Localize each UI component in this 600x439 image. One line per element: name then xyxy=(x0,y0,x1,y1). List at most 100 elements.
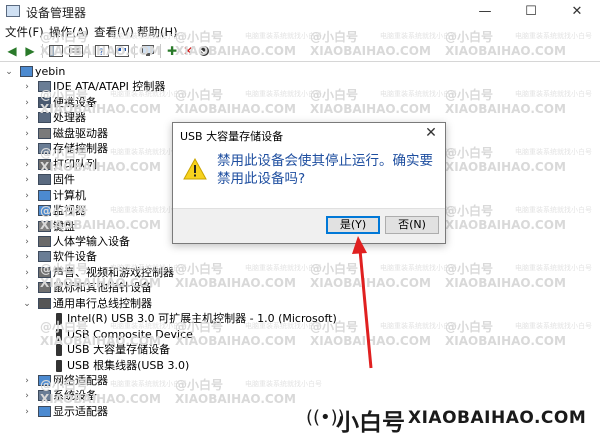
device-tree: ⌄ yebin › IDE ATA/ATAPI 控制器 › 便携设备 › 处理器 › 磁盘驱动器 ›… xyxy=(0,62,600,439)
expand-icon[interactable]: › xyxy=(22,188,32,204)
tree-item-label: 打印队列 xyxy=(53,157,97,171)
usb-device-icon xyxy=(56,313,62,326)
view-icon[interactable] xyxy=(114,43,130,59)
tree-device[interactable]: USB Composite Device xyxy=(36,327,560,343)
back-icon[interactable]: ◀ xyxy=(4,43,20,59)
expand-icon[interactable]: › xyxy=(22,388,32,404)
tree-category[interactable]: › IDE ATA/ATAPI 控制器 xyxy=(22,79,560,95)
expand-icon[interactable]: › xyxy=(22,172,32,188)
menu-bar: 文件(F) 操作(A) 查看(V) 帮助(H) xyxy=(0,22,600,41)
help-icon[interactable]: ? xyxy=(94,43,110,59)
dialog-title: USB 大容量存储设备 xyxy=(180,130,284,143)
dialog-close-icon[interactable]: ✕ xyxy=(421,124,441,142)
properties-icon[interactable] xyxy=(68,43,84,59)
yes-button[interactable]: 是(Y) xyxy=(326,216,380,234)
scan-hardware-icon[interactable] xyxy=(140,43,156,59)
tree-item-label: 监视器 xyxy=(53,204,86,218)
usb-device-icon xyxy=(56,344,62,357)
tree-item-label: 网络适配器 xyxy=(53,374,108,387)
tree-device[interactable]: USB 根集线器(USB 3.0) xyxy=(36,358,560,374)
tree-item-label: USB 大容量存储设备 xyxy=(67,343,171,357)
tree-item-label: 系统设备 xyxy=(53,389,97,403)
toolbar: ◀ ▶ ? ✚ ✕ xyxy=(0,41,600,62)
brand-watermark: ((•)) 小白号 XIAOBAIHAO.COM xyxy=(302,398,600,439)
tree-device[interactable]: USB 大容量存储设备 xyxy=(36,342,560,358)
tree-device[interactable]: Intel(R) USB 3.0 可扩展主机控制器 - 1.0 (Microso… xyxy=(36,311,560,327)
toolbar-separator xyxy=(134,44,135,58)
forward-icon[interactable]: ▶ xyxy=(22,43,38,59)
disk-drive-icon xyxy=(38,127,51,139)
tree-category[interactable]: › 声音、视频和游戏控制器 xyxy=(22,265,560,281)
confirm-disable-dialog: USB 大容量存储设备 ✕ 禁用此设备会使其停止运行。确实要禁用此设备吗? 是(… xyxy=(172,122,446,244)
brand-name: 小白号 xyxy=(336,410,405,436)
computer-icon xyxy=(38,189,51,201)
tree-item-label: 通用串行总线控制器 xyxy=(53,296,152,310)
tree-item-label: 鼠标和其他指针设备 xyxy=(53,281,152,295)
close-button[interactable]: ✕ xyxy=(554,0,600,22)
expand-icon[interactable]: › xyxy=(22,95,32,111)
tree-item-label: 固件 xyxy=(53,173,75,187)
network-icon xyxy=(38,375,51,386)
tree-item-label: 便携设备 xyxy=(53,95,97,109)
tree-item-label: 软件设备 xyxy=(53,250,97,264)
display-adapter-icon xyxy=(38,405,51,417)
collapse-icon[interactable]: ⌄ xyxy=(22,296,32,312)
expand-icon[interactable]: › xyxy=(22,79,32,95)
dialog-message: 禁用此设备会使其停止运行。确实要禁用此设备吗? xyxy=(217,153,433,187)
expand-icon[interactable]: › xyxy=(22,157,32,173)
tree-root[interactable]: ⌄ yebin xyxy=(4,64,560,80)
brand-domain: XIAOBAIHAO.COM xyxy=(408,408,587,428)
svg-text:?: ? xyxy=(99,48,104,57)
menu-view[interactable]: 查看(V) xyxy=(94,24,134,40)
ide-controller-icon xyxy=(38,81,51,93)
tree-item-label: 键盘 xyxy=(53,219,75,233)
expand-icon[interactable]: › xyxy=(22,265,32,281)
maximize-button[interactable]: ☐ xyxy=(508,0,554,22)
menu-action[interactable]: 操作(A) xyxy=(49,24,89,40)
window-title: 设备管理器 xyxy=(26,6,87,20)
tree-item-label: Intel(R) USB 3.0 可扩展主机控制器 - 1.0 (Microso… xyxy=(67,312,337,326)
menu-help[interactable]: 帮助(H) xyxy=(137,24,178,40)
tree-item-label: 处理器 xyxy=(53,111,86,125)
title-bar: 设备管理器 — ☐ ✕ xyxy=(0,0,600,22)
printer-icon xyxy=(38,158,51,170)
expand-icon[interactable]: › xyxy=(22,110,32,126)
no-button[interactable]: 否(N) xyxy=(385,216,439,234)
expand-icon[interactable]: › xyxy=(22,219,32,235)
tree-item-label: USB Composite Device xyxy=(67,327,193,341)
expand-icon[interactable]: › xyxy=(22,280,32,296)
minimize-button[interactable]: — xyxy=(462,0,508,22)
monitor-icon xyxy=(38,205,51,217)
device-manager-icon xyxy=(6,5,20,17)
tree-category[interactable]: › 软件设备 xyxy=(22,249,560,265)
expand-icon[interactable]: › xyxy=(22,126,32,142)
uninstall-icon[interactable]: ✕ xyxy=(180,43,196,59)
show-hide-tree-icon[interactable] xyxy=(48,43,64,59)
firmware-icon xyxy=(38,174,51,186)
tree-category[interactable]: › 便携设备 xyxy=(22,95,560,111)
software-device-icon xyxy=(38,251,51,263)
tree-category[interactable]: › 鼠标和其他指针设备 xyxy=(22,280,560,296)
expand-icon[interactable]: › xyxy=(22,203,32,219)
collapse-icon[interactable]: ⌄ xyxy=(4,64,14,80)
tree-category[interactable]: ⌄ 通用串行总线控制器 xyxy=(22,296,560,312)
update-driver-icon[interactable]: ✚ xyxy=(164,43,180,59)
tree-item-label: 人体学输入设备 xyxy=(53,234,130,248)
sound-icon xyxy=(38,266,51,278)
expand-icon[interactable]: › xyxy=(22,404,32,420)
expand-icon[interactable]: › xyxy=(22,249,32,265)
keyboard-icon xyxy=(38,220,51,232)
expand-icon[interactable]: › xyxy=(22,141,32,157)
expand-icon[interactable]: › xyxy=(22,373,32,389)
tree-item-label: IDE ATA/ATAPI 控制器 xyxy=(53,80,166,94)
tree-item-label: yebin xyxy=(35,65,66,78)
usb-controller-icon xyxy=(38,297,51,309)
expand-icon[interactable]: › xyxy=(22,234,32,250)
usb-device-icon xyxy=(56,359,62,372)
menu-file[interactable]: 文件(F) xyxy=(5,24,44,40)
disable-device-icon[interactable] xyxy=(196,43,212,59)
tree-item-label: 存储控制器 xyxy=(53,142,108,156)
toolbar-separator xyxy=(88,44,89,58)
tree-item-label: USB 根集线器(USB 3.0) xyxy=(67,358,190,372)
tree-category[interactable]: › 网络适配器 xyxy=(22,373,560,389)
